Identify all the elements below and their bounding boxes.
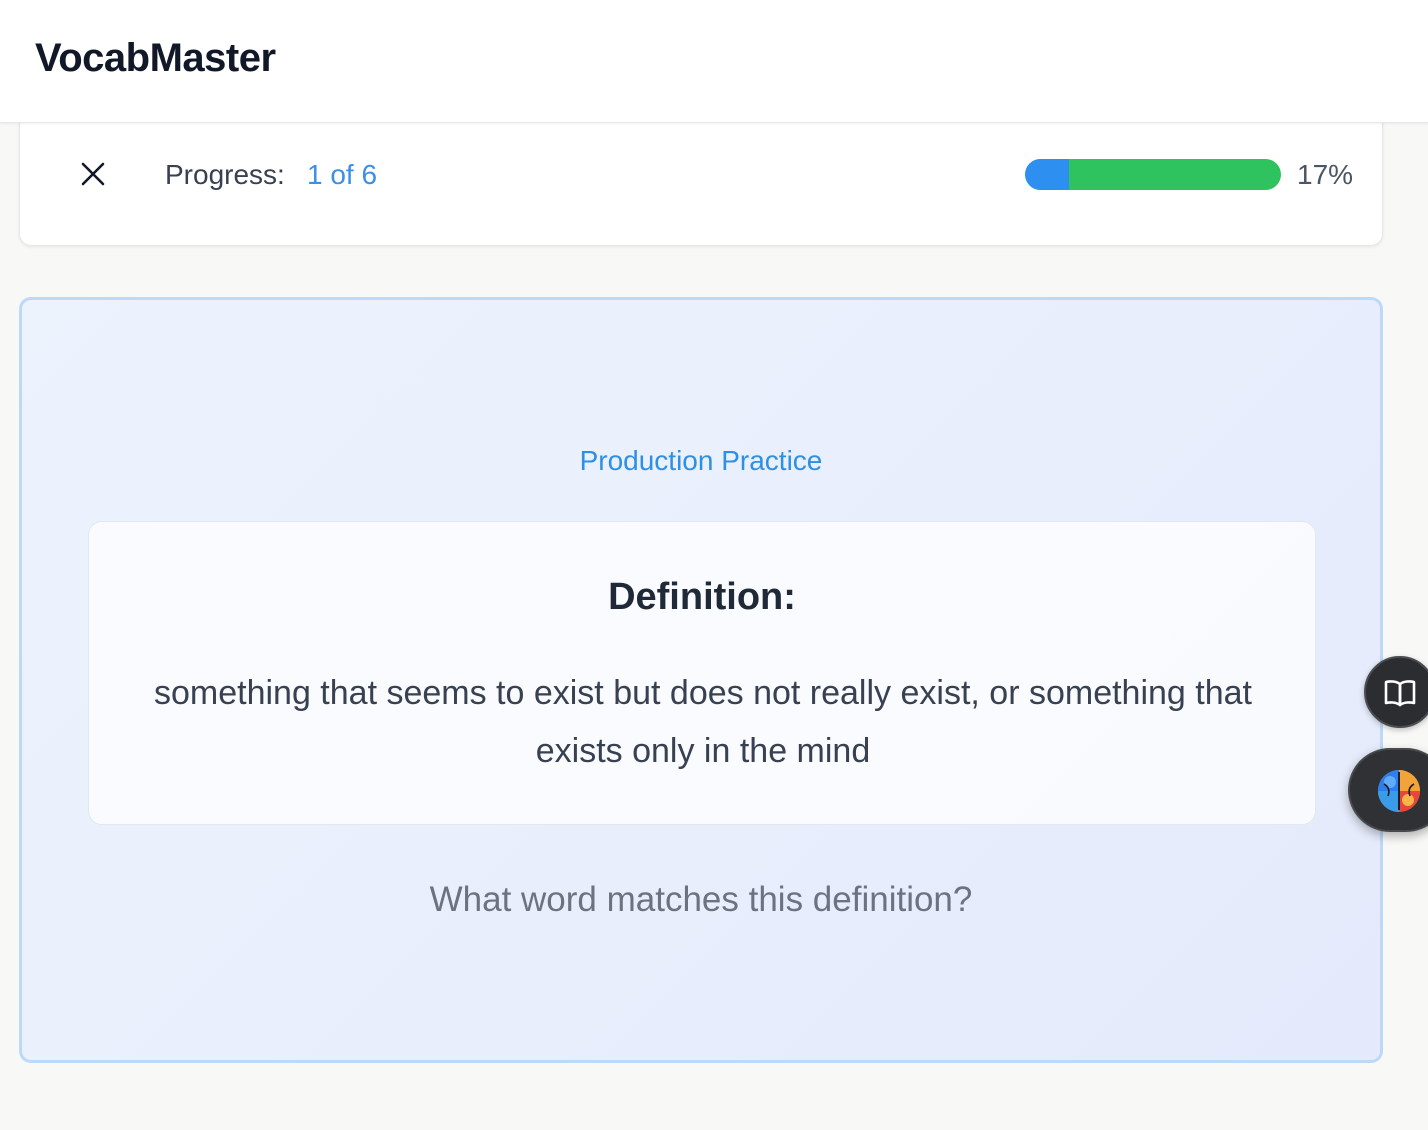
brain-icon bbox=[1378, 770, 1420, 812]
progress-percent: 17% bbox=[1297, 159, 1354, 190]
definition-box: Definition: something that seems to exis… bbox=[88, 521, 1316, 825]
definition-heading: Definition: bbox=[608, 576, 796, 618]
app-title: VocabMaster bbox=[35, 36, 276, 80]
close-button[interactable] bbox=[76, 157, 110, 191]
progress-bar-fill bbox=[1025, 159, 1069, 190]
progress-bar bbox=[1025, 159, 1281, 190]
practice-card: Production Practice Definition: somethin… bbox=[19, 297, 1383, 1063]
practice-mode-label: Production Practice bbox=[579, 445, 823, 476]
assistant-float-button[interactable] bbox=[1348, 748, 1428, 832]
book-open-icon bbox=[1384, 680, 1416, 707]
close-icon bbox=[81, 162, 105, 186]
question-prompt: What word matches this definition? bbox=[429, 880, 973, 919]
progress-label: Progress: bbox=[165, 159, 285, 190]
app-header: VocabMaster bbox=[0, 0, 1428, 123]
dictionary-float-button[interactable] bbox=[1364, 656, 1428, 728]
progress-count: 1 of 6 bbox=[307, 159, 378, 190]
definition-text: something that seems to exist but does n… bbox=[153, 674, 1252, 770]
